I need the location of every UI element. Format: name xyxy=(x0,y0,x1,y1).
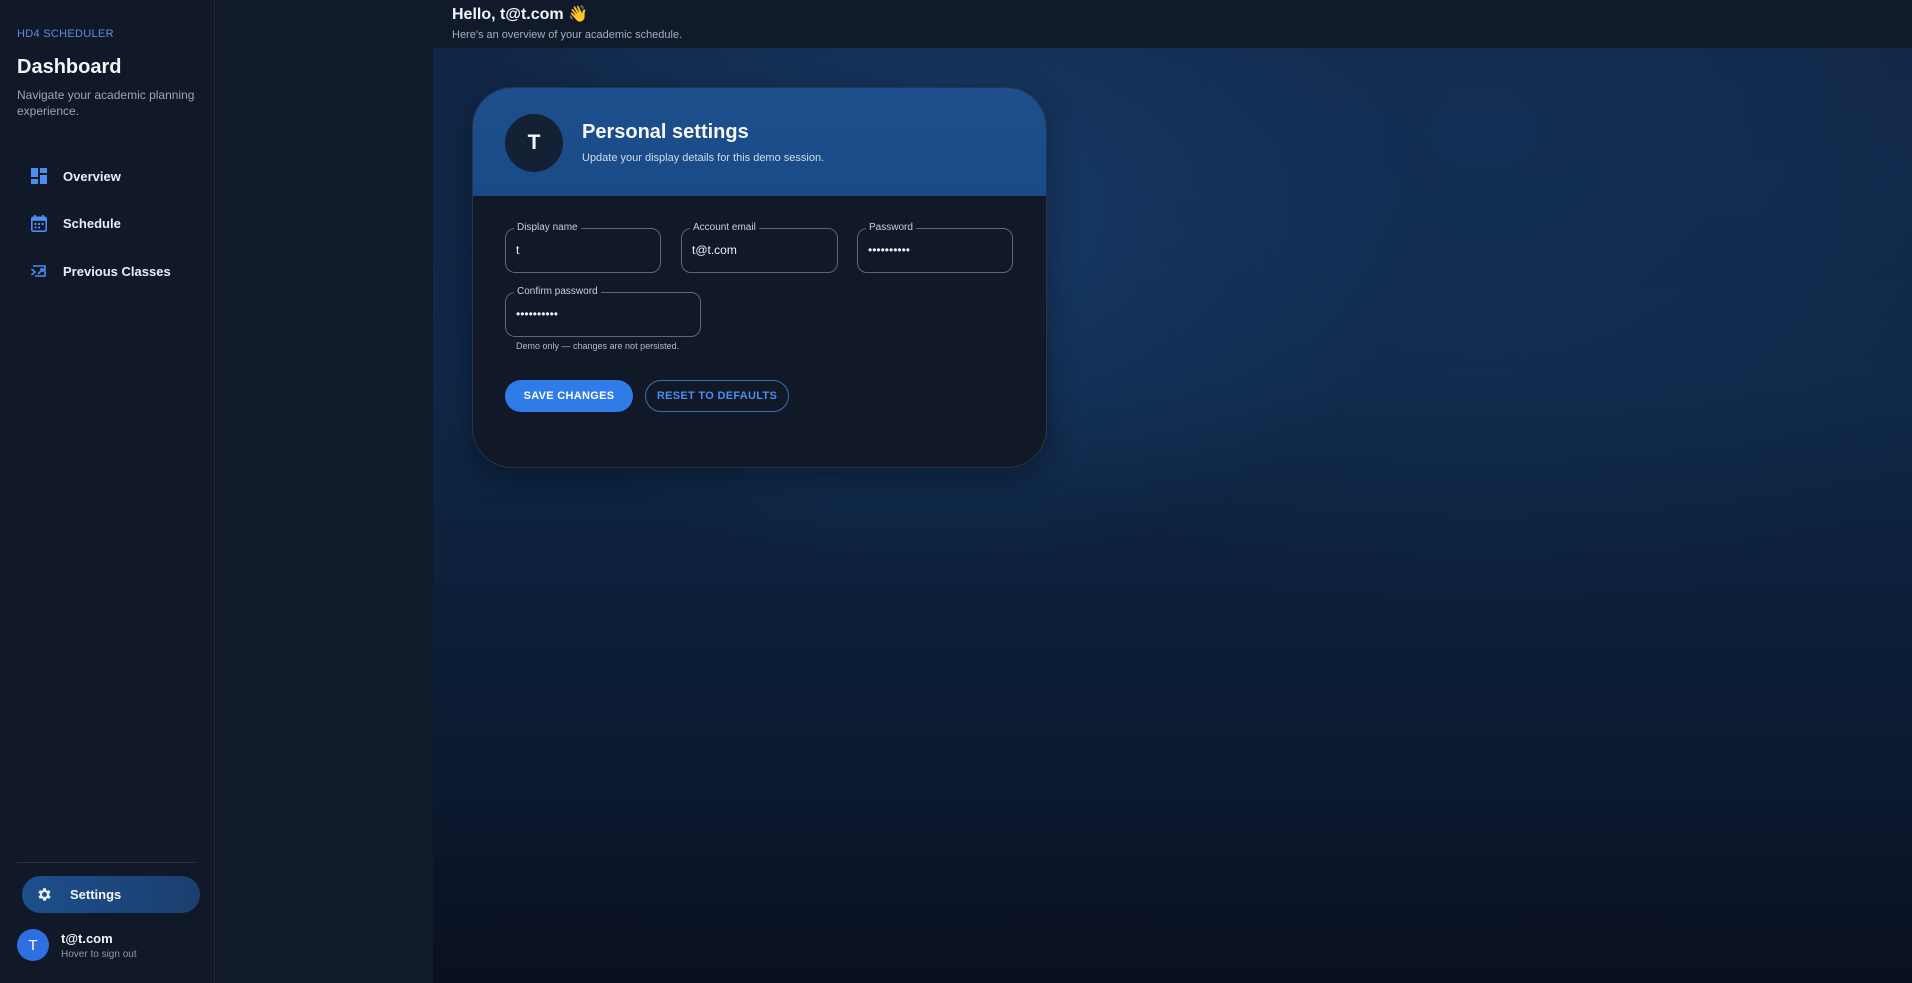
account-email-input[interactable] xyxy=(692,243,827,257)
helper-text: Demo only — changes are not persisted. xyxy=(516,341,680,351)
confirm-password-field[interactable]: Confirm password xyxy=(505,286,701,337)
user-menu[interactable]: T t@t.com Hover to sign out xyxy=(17,929,137,961)
sidebar-item-overview[interactable]: Overview xyxy=(22,158,202,194)
card-header: T Personal settings Update your display … xyxy=(473,88,1046,196)
display-name-input[interactable] xyxy=(516,243,650,257)
display-name-label: Display name xyxy=(514,222,581,233)
save-changes-button[interactable]: SAVE CHANGES xyxy=(505,380,633,412)
account-email-field[interactable]: Account email xyxy=(681,222,838,273)
password-field[interactable]: Password xyxy=(857,222,1013,273)
settings-label: Settings xyxy=(70,887,122,902)
personal-settings-card: T Personal settings Update your display … xyxy=(472,87,1047,468)
history-icon xyxy=(22,263,58,279)
dashboard-icon xyxy=(22,168,58,184)
confirm-password-label: Confirm password xyxy=(514,286,601,297)
sidebar-divider xyxy=(17,862,195,863)
sidebar-item-label: Overview xyxy=(63,168,121,184)
page-title: Hello, t@t.com 👋 xyxy=(452,6,588,23)
password-label: Password xyxy=(866,222,916,233)
card-title: Personal settings xyxy=(582,121,749,143)
sidebar-item-label: Previous Classes xyxy=(63,263,171,279)
reset-to-defaults-button[interactable]: RESET TO DEFAULTS xyxy=(645,380,789,412)
gear-icon xyxy=(36,886,54,904)
settings-button[interactable]: Settings xyxy=(22,876,200,913)
card-subtitle: Update your display details for this dem… xyxy=(582,152,825,164)
page-subtitle: Here's an overview of your academic sche… xyxy=(452,29,683,41)
avatar: T xyxy=(17,929,49,961)
brand-label: HD4 SCHEDULER xyxy=(17,28,114,40)
sidebar-item-label: Schedule xyxy=(63,215,121,231)
avatar: T xyxy=(505,114,563,172)
sign-out-hint: Hover to sign out xyxy=(61,948,137,960)
password-input[interactable] xyxy=(868,243,1002,257)
user-name: t@t.com xyxy=(61,930,113,946)
sidebar-item-previous-classes[interactable]: Previous Classes xyxy=(22,253,202,289)
calendar-icon xyxy=(22,214,58,232)
sidebar-title: Dashboard xyxy=(17,56,122,78)
sidebar-subtitle: Navigate your academic planning experien… xyxy=(17,88,195,118)
sidebar-item-schedule[interactable]: Schedule xyxy=(22,205,202,241)
sidebar: HD4 SCHEDULER Dashboard Navigate your ac… xyxy=(0,0,215,983)
account-email-label: Account email xyxy=(690,222,759,233)
spacer-column xyxy=(216,0,433,983)
display-name-field[interactable]: Display name xyxy=(505,222,661,273)
confirm-password-input[interactable] xyxy=(516,307,690,321)
